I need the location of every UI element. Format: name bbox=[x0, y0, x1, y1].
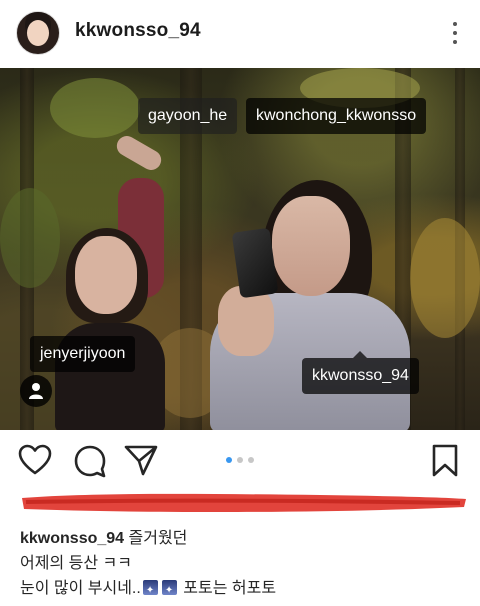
photo-tag-kwonchong[interactable]: kwonchong_kkwonsso bbox=[246, 98, 427, 134]
post-username[interactable]: kkwonsso_94 bbox=[75, 20, 201, 42]
action-bar bbox=[0, 430, 480, 490]
post-header: kkwonsso_94 bbox=[0, 0, 480, 68]
carousel-dot bbox=[237, 457, 243, 463]
person-background-arm bbox=[113, 132, 165, 174]
more-vertical-icon[interactable] bbox=[452, 22, 458, 44]
post-photo[interactable]: gayoon_he kwonchong_kkwonsso jenyerjiyoo… bbox=[0, 68, 480, 430]
avatar[interactable] bbox=[16, 11, 60, 55]
user-tag-icon[interactable] bbox=[20, 375, 52, 407]
caption-line-2: 어제의 등산 ㅋㅋ bbox=[20, 555, 132, 572]
caption-line-1: kkwonsso_94 즐거웠던 bbox=[20, 526, 460, 551]
comment-icon[interactable] bbox=[73, 444, 107, 483]
foliage bbox=[0, 188, 60, 288]
photo-tag-jenyerjiyoon[interactable]: jenyerjiyoon bbox=[30, 336, 136, 372]
person-right-face bbox=[272, 196, 350, 296]
bookmark-icon[interactable] bbox=[432, 444, 458, 483]
caption-text: 즐거웠던 bbox=[128, 530, 188, 547]
caption-text: 눈이 많이 부시네.. bbox=[20, 580, 141, 597]
person-left-face bbox=[75, 236, 137, 314]
night-sky-emoji-icon bbox=[142, 578, 158, 603]
caption-username[interactable]: kkwonsso_94 bbox=[20, 530, 124, 547]
photo-tag-kkwonsso[interactable]: kkwonsso_94 bbox=[302, 351, 419, 394]
night-sky-emoji-icon bbox=[161, 578, 177, 603]
carousel-dot bbox=[248, 457, 254, 463]
foliage bbox=[410, 218, 480, 338]
redaction-scribble bbox=[22, 493, 466, 512]
foliage bbox=[50, 78, 140, 138]
caption-line-3: 눈이 많이 부시네.. 포토는 허포토 bbox=[20, 576, 460, 603]
caption-text: 포토는 허포토 bbox=[183, 580, 277, 597]
caption: kkwonsso_94 즐거웠던 어제의 등산 ㅋㅋ 눈이 많이 부시네.. 포… bbox=[20, 526, 460, 603]
carousel-dot-active bbox=[226, 457, 232, 463]
carousel-indicator bbox=[226, 457, 254, 463]
photo-tag-gayoon[interactable]: gayoon_he bbox=[138, 98, 238, 134]
heart-icon[interactable] bbox=[18, 444, 52, 481]
share-icon[interactable] bbox=[124, 444, 158, 481]
